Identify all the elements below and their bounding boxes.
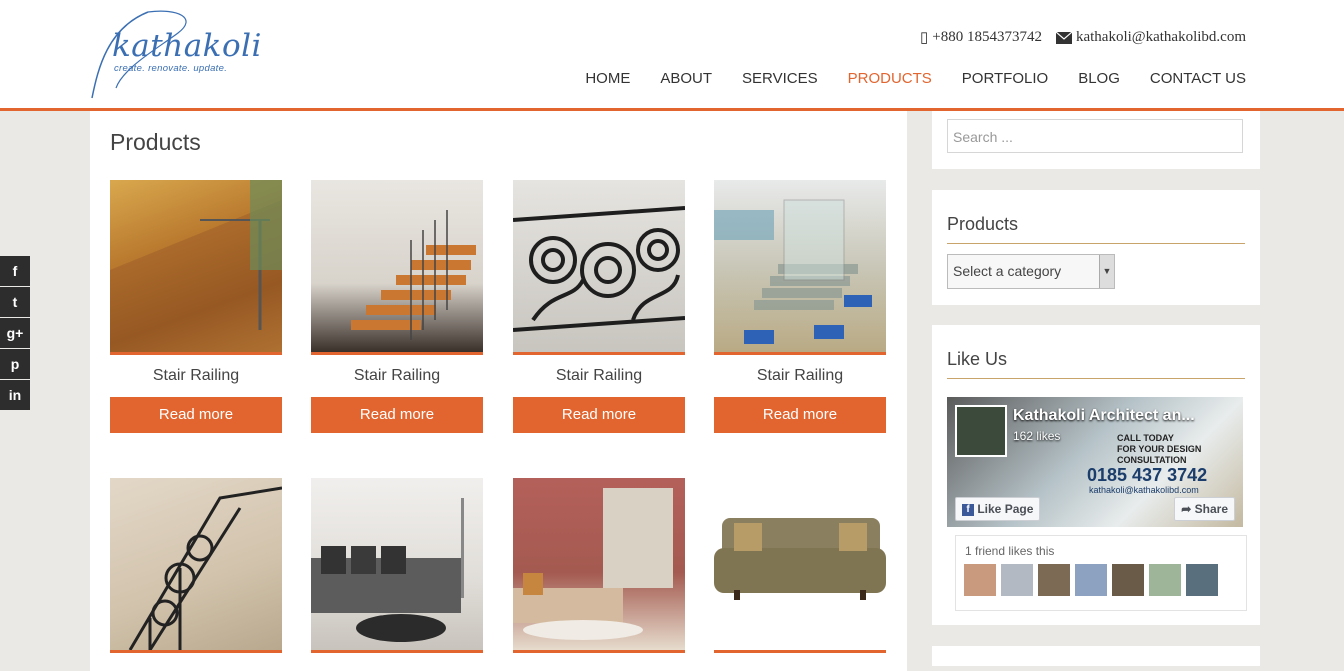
linkedin-icon[interactable]: in: [0, 380, 30, 410]
facebook-share-button[interactable]: ➦ Share: [1174, 497, 1235, 521]
pinterest-icon[interactable]: p: [0, 349, 30, 379]
page-title: Products: [110, 129, 201, 155]
avatar[interactable]: [1075, 564, 1107, 596]
product-image[interactable]: [714, 478, 886, 653]
product-card: [513, 478, 685, 653]
product-image[interactable]: [311, 180, 483, 355]
cover-phone: 0185 437 3742: [1087, 465, 1208, 485]
facebook-page-name[interactable]: Kathakoli Architect an...: [1013, 407, 1195, 425]
nav-portfolio[interactable]: PORTFOLIO: [962, 70, 1048, 87]
facebook-icon[interactable]: f: [0, 256, 30, 286]
chevron-down-icon: ▼: [1099, 255, 1114, 288]
next-widget: [932, 646, 1260, 666]
nav-products[interactable]: PRODUCTS: [848, 70, 932, 87]
like-us-title: Like Us: [947, 325, 1245, 379]
category-select[interactable]: Select a category ▼: [947, 254, 1115, 289]
main-content: Products Stair Railing Read more Stair R…: [90, 111, 907, 671]
product-image[interactable]: [513, 478, 685, 653]
avatar[interactable]: [1112, 564, 1144, 596]
facebook-like-count: 162 likes: [1013, 429, 1061, 443]
product-name[interactable]: Stair Railing: [311, 367, 483, 385]
product-image[interactable]: [714, 180, 886, 355]
product-card: [110, 478, 282, 653]
product-image[interactable]: [110, 180, 282, 355]
product-card: Stair Railing Read more: [110, 180, 282, 433]
product-image[interactable]: [513, 180, 685, 355]
nav-about[interactable]: ABOUT: [660, 70, 712, 87]
phone-contact: ▯ +880 1854373742: [920, 28, 1042, 47]
facebook-friends-box: 1 friend likes this: [955, 535, 1247, 611]
like-us-widget: Like Us Kathakoli Architect an... 162 li…: [932, 325, 1260, 625]
share-icon: ➦: [1181, 502, 1192, 516]
avatar[interactable]: [1038, 564, 1070, 596]
friend-avatars: [964, 564, 1218, 596]
facebook-icon: f: [962, 503, 974, 516]
product-card: Stair Railing Read more: [714, 180, 886, 433]
search-input[interactable]: Search ...: [947, 119, 1243, 153]
read-more-button[interactable]: Read more: [110, 397, 282, 433]
email-address[interactable]: kathakoli@kathakolibd.com: [1076, 29, 1246, 46]
avatar[interactable]: [1186, 564, 1218, 596]
mobile-icon: ▯: [919, 30, 929, 46]
contact-info: ▯ +880 1854373742 kathakoli@kathakolibd.…: [920, 28, 1246, 47]
nav-home[interactable]: HOME: [585, 70, 630, 87]
cover-promo-text: CALL TODAY FOR YOUR DESIGN CONSULTATION: [1117, 433, 1202, 465]
main-nav: HOME ABOUT SERVICES PRODUCTS PORTFOLIO B…: [585, 70, 1246, 87]
social-share-bar: f t g+ p in: [0, 256, 30, 411]
product-card: [311, 478, 483, 653]
product-name[interactable]: Stair Railing: [714, 367, 886, 385]
read-more-button[interactable]: Read more: [311, 397, 483, 433]
product-image[interactable]: [110, 478, 282, 653]
search-widget: Search ...: [932, 111, 1260, 169]
logo-tagline: create. renovate. update.: [114, 63, 228, 74]
nav-contact[interactable]: CONTACT US: [1150, 70, 1246, 87]
googleplus-icon[interactable]: g+: [0, 318, 30, 348]
facebook-like-page-button[interactable]: f Like Page: [955, 497, 1041, 521]
category-select-value: Select a category: [953, 263, 1062, 279]
nav-services[interactable]: SERVICES: [742, 70, 818, 87]
avatar[interactable]: [1001, 564, 1033, 596]
logo-wordmark: kathakoli: [112, 28, 262, 64]
product-card: [714, 478, 886, 653]
products-widget: Products Select a category ▼: [932, 190, 1260, 305]
product-name[interactable]: Stair Railing: [513, 367, 685, 385]
friends-like-text: 1 friend likes this: [965, 544, 1055, 558]
facebook-page-plugin[interactable]: Kathakoli Architect an... 162 likes CALL…: [947, 397, 1243, 527]
logo[interactable]: kathakoli create. renovate. update.: [88, 8, 268, 100]
product-card: Stair Railing Read more: [311, 180, 483, 433]
twitter-icon[interactable]: t: [0, 287, 30, 317]
avatar[interactable]: [964, 564, 996, 596]
nav-blog[interactable]: BLOG: [1078, 70, 1120, 87]
envelope-icon: [1055, 31, 1072, 44]
read-more-button[interactable]: Read more: [714, 397, 886, 433]
read-more-button[interactable]: Read more: [513, 397, 685, 433]
cover-email: kathakoli@kathakolibd.com: [1089, 485, 1199, 495]
facebook-page-avatar[interactable]: [955, 405, 1007, 457]
avatar[interactable]: [1149, 564, 1181, 596]
product-image[interactable]: [311, 478, 483, 653]
product-name[interactable]: Stair Railing: [110, 367, 282, 385]
phone-number: +880 1854373742: [932, 29, 1042, 45]
email-contact[interactable]: kathakoli@kathakolibd.com: [1055, 28, 1246, 47]
products-widget-title: Products: [947, 190, 1245, 244]
site-header: kathakoli create. renovate. update. ▯ +8…: [0, 0, 1344, 111]
product-card: Stair Railing Read more: [513, 180, 685, 433]
